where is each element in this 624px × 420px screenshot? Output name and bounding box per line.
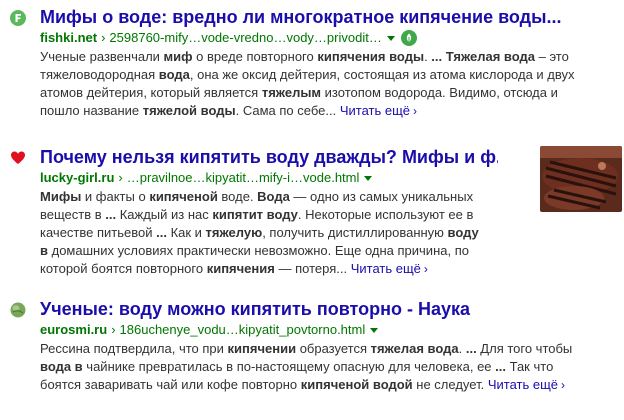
highlighted-term: кипячение воды — [399, 7, 547, 27]
read-more-link[interactable]: Читать ещё › — [351, 261, 428, 276]
breadcrumb-separator: › — [111, 322, 116, 337]
highlighted-term: ... — [156, 225, 167, 240]
text-segment: и ф... — [464, 147, 498, 167]
highlighted-term: тяжелая вода — [370, 341, 459, 356]
result-path: 2598760-mify…vode-vredno…vody…privodit… — [109, 30, 382, 45]
text-segment: , получить дистиллированную — [262, 225, 448, 240]
text-segment: Как и — [166, 225, 206, 240]
highlighted-term: миф — [163, 49, 193, 64]
highlighted-term: кипячении — [227, 341, 297, 356]
highlighted-term: ... — [495, 359, 506, 374]
eurosmi-favicon-icon — [10, 302, 26, 318]
highlighted-term: ... — [465, 341, 477, 356]
highlighted-term: Мифы — [40, 189, 82, 204]
highlighted-term: кипяченой — [149, 189, 218, 204]
fishki-favicon-icon — [10, 10, 26, 26]
text-segment: Почему нельзя — [40, 147, 180, 167]
highlighted-term: воде — [118, 7, 162, 27]
text-segment: дважды? — [309, 147, 402, 167]
text-segment: можно — [162, 299, 231, 319]
text-segment: повторно - Наука — [311, 299, 471, 319]
text-segment: Ученые: — [40, 299, 119, 319]
text-segment: чайнике превратилась в по-настоящему опа… — [82, 359, 496, 374]
text-segment: Для того чтобы — [476, 341, 573, 356]
highlighted-term: кипяченой водой — [300, 377, 413, 392]
grilled-meat-thumbnail[interactable] — [540, 146, 622, 212]
highlighted-term: Мифы — [401, 147, 460, 167]
read-more-link[interactable]: Читать ещё › — [340, 103, 417, 118]
text-segment: — потеря... — [274, 261, 348, 276]
text-segment: Рессина подтвердила, что при — [40, 341, 228, 356]
text-segment: воде. — [217, 189, 258, 204]
search-result: Почему нельзя кипятить воду дважды? Мифы… — [11, 146, 622, 278]
read-more-link[interactable]: Читать ещё › — [488, 377, 565, 392]
highlighted-term: Вода — [257, 189, 290, 204]
result-title-link[interactable]: Почему нельзя кипятить воду дважды? Мифы… — [40, 146, 498, 168]
breadcrumb-separator: › — [101, 30, 106, 45]
chevron-right-icon: › — [413, 104, 418, 118]
highlighted-term: Мифы — [40, 7, 98, 27]
result-snippet: Мифы и факты о кипяченой воде. Вода — од… — [40, 188, 480, 278]
text-segment: о — [97, 7, 119, 27]
highlighted-term: кипячения воды — [317, 49, 425, 64]
url-menu-caret-icon[interactable] — [386, 35, 395, 41]
result-domain-link[interactable]: eurosmi.ru — [40, 321, 107, 339]
heart-favicon-icon — [10, 150, 26, 166]
highlighted-term: вода — [158, 67, 190, 82]
ecology-badge-icon[interactable] — [400, 30, 417, 46]
result-url: fishki.net › 2598760-mify…vode-vredno…vo… — [40, 29, 620, 47]
highlighted-term: тяжелую — [205, 225, 263, 240]
highlighted-term: тяжелой воды — [142, 103, 236, 118]
highlighted-term: кипятить — [230, 299, 312, 319]
text-segment: не следует. — [412, 377, 485, 392]
highlighted-term: кипятит воду — [212, 207, 298, 222]
result-snippet: Ученые развенчали миф о вреде повторного… — [40, 48, 596, 120]
text-segment: ... — [546, 7, 562, 27]
text-segment: образуется — [296, 341, 371, 356]
search-result: Мифы о воде: вредно ли многократное кипя… — [10, 6, 620, 120]
result-domain-link[interactable]: lucky-girl.ru — [40, 169, 114, 187]
breadcrumb-separator: › — [118, 170, 123, 185]
result-url: lucky-girl.ru › …pravilnoe…kipyatit…mify… — [40, 169, 620, 187]
result-path: …pravilnoe…kipyatit…mify-i…vode.html — [126, 170, 360, 185]
url-menu-caret-icon[interactable] — [370, 327, 379, 333]
result-path: 186uchenye_vodu…kipyatit_povtorno.html — [119, 322, 366, 337]
chevron-right-icon: › — [423, 262, 428, 276]
result-title-link[interactable]: Ученые: воду можно кипятить повторно - Н… — [40, 298, 620, 320]
text-segment: о вреде повторного — [192, 49, 318, 64]
highlighted-term: вода в — [40, 359, 83, 374]
search-result: Ученые: воду можно кипятить повторно - Н… — [10, 298, 620, 394]
text-segment: . Сама по себе... — [235, 103, 337, 118]
url-menu-caret-icon[interactable] — [364, 175, 373, 181]
highlighted-term: воду — [118, 299, 163, 319]
highlighted-term: тяжелым — [261, 85, 322, 100]
text-segment: Каждый из нас — [116, 207, 213, 222]
text-segment: . — [458, 341, 466, 356]
result-url: eurosmi.ru › 186uchenye_vodu…kipyatit_po… — [40, 321, 620, 339]
highlighted-term: ... — [105, 207, 117, 222]
text-segment: : вредно ли многократное — [161, 7, 400, 27]
highlighted-term: ... Тяжелая вода — [431, 49, 535, 64]
result-title-link[interactable]: Мифы о воде: вредно ли многократное кипя… — [40, 6, 620, 28]
text-segment: Ученые развенчали — [40, 49, 164, 64]
highlighted-term: кипячения — [206, 261, 275, 276]
result-domain-link[interactable]: fishki.net — [40, 29, 97, 47]
chevron-right-icon: › — [561, 378, 566, 392]
text-segment: и факты о — [81, 189, 150, 204]
result-snippet: Рессина подтвердила, что при кипячении о… — [40, 340, 596, 394]
highlighted-term: кипятить воду — [179, 147, 310, 167]
